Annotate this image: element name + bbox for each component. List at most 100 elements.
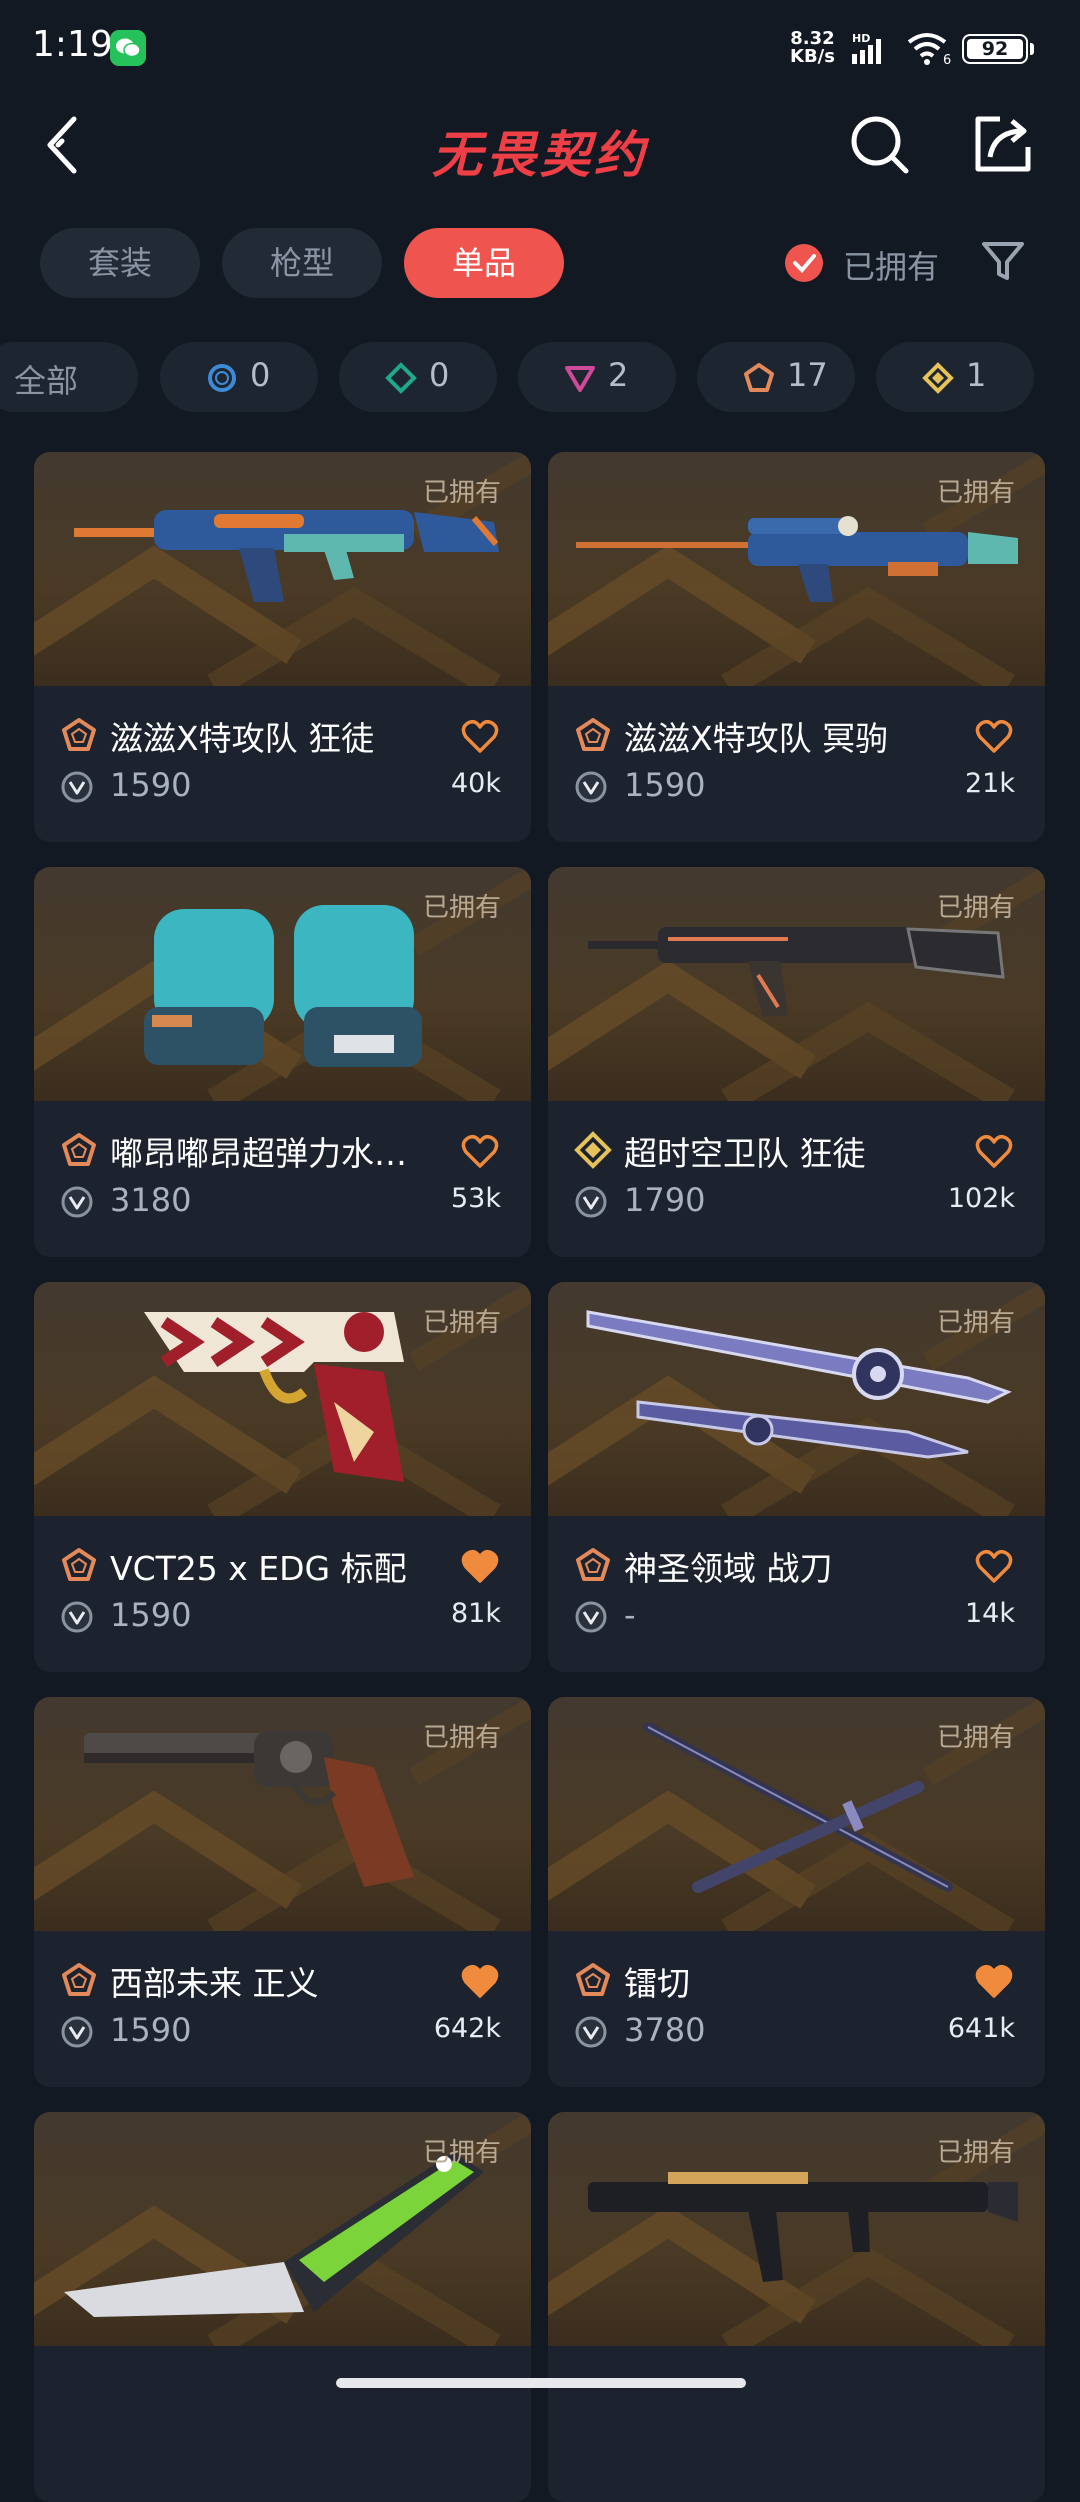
filter-button[interactable] [980, 238, 1026, 284]
home-indicator[interactable] [336, 2378, 746, 2388]
item-price: 1590 [110, 766, 192, 804]
item-name: 神圣领域 战刀 [624, 1549, 833, 1588]
page-title: 无畏契约 [432, 126, 648, 184]
heart-icon[interactable] [461, 1548, 499, 1584]
funnel-icon [982, 242, 1024, 280]
heart-icon[interactable] [461, 718, 499, 754]
item-card[interactable]: 已拥有 滋滋X特攻队 狂徒 1590 40k [34, 452, 531, 842]
search-button[interactable] [848, 113, 912, 177]
item-card[interactable]: 已拥有 [34, 2112, 531, 2502]
owned-tag: 已拥有 [422, 2138, 501, 2168]
vp-currency-icon [575, 2016, 607, 2048]
item-thumbnail: 已拥有 [34, 452, 531, 686]
item-price: 3780 [624, 2011, 706, 2049]
heart-icon[interactable] [975, 1963, 1013, 1999]
ultra-tier-icon [62, 718, 96, 751]
ultra-tier-icon [576, 1548, 610, 1581]
owned-tag: 已拥有 [422, 893, 501, 923]
select-tier-icon [208, 364, 236, 392]
tab-weapon-types[interactable]: 枪型 [222, 228, 382, 298]
chip-all[interactable]: 全部 [0, 342, 138, 412]
item-card[interactable]: 已拥有超时空卫队 狂徒 1790 102k [548, 867, 1045, 1257]
item-price: 1590 [110, 2011, 192, 2049]
chip-exclusive-tier[interactable]: 1 [876, 342, 1034, 412]
owned-tag: 已拥有 [936, 2138, 1015, 2168]
item-thumbnail: 已拥有 [548, 452, 1045, 686]
item-price: - [624, 1596, 636, 1634]
share-button[interactable] [970, 111, 1036, 177]
heart-icon[interactable] [975, 1133, 1013, 1169]
heart-icon[interactable] [461, 1133, 499, 1169]
item-card[interactable]: 已拥有神圣领域 战刀 - 14k [548, 1282, 1045, 1672]
item-thumbnail: 已拥有 [548, 1282, 1045, 1516]
svg-text:6: 6 [943, 53, 951, 66]
heart-icon[interactable] [975, 718, 1013, 754]
item-card[interactable]: 已拥有 [548, 2112, 1045, 2502]
item-card[interactable]: 已拥有镭切 3780 641k [548, 1697, 1045, 2087]
like-count: 641k [947, 2013, 1015, 2044]
item-price: 1790 [624, 1181, 706, 1219]
battery-level: 92 [981, 38, 1009, 60]
like-count: 53k [451, 1183, 501, 1214]
heart-icon[interactable] [461, 1963, 499, 1999]
share-icon [975, 116, 1031, 172]
item-card[interactable]: 已拥有 西部未来 正义 1590 642k [34, 1697, 531, 2087]
tab-single-items[interactable]: 单品 [404, 228, 564, 298]
chip-select-tier[interactable]: 0 [160, 342, 318, 412]
like-count: 81k [451, 1598, 501, 1629]
chip-count: 0 [250, 356, 271, 394]
vp-currency-icon [575, 771, 607, 803]
item-price: 3180 [110, 1181, 192, 1219]
like-count: 21k [965, 768, 1015, 799]
item-card[interactable]: 已拥有 VCT25 x EDG 标配 1590 81k [34, 1282, 531, 1672]
wifi-icon: 6 [905, 30, 955, 70]
vp-currency-icon [61, 1601, 93, 1633]
cell-signal-icon: HD [848, 30, 892, 70]
ultra-tier-icon [576, 1963, 610, 1996]
item-name: 滋滋X特攻队 狂徒 [110, 719, 375, 758]
vp-currency-icon [575, 1601, 607, 1633]
owned-filter-label: 已拥有 [843, 248, 940, 286]
wechat-notification-icon [110, 30, 146, 66]
chip-premium-tier[interactable]: 2 [518, 342, 676, 412]
item-thumbnail: 已拥有 [548, 867, 1045, 1101]
item-card[interactable]: 已拥有 嘟昂嘟昂超弹力水… 3180 53k [34, 867, 531, 1257]
like-count: 14k [965, 1598, 1015, 1629]
status-time: 1:19 [32, 24, 113, 65]
ultra-tier-icon [62, 1548, 96, 1581]
item-thumbnail: 已拥有 [548, 2112, 1045, 2346]
item-card[interactable]: 已拥有 滋滋X特攻队 冥驹 1590 21k [548, 452, 1045, 842]
like-count: 102k [947, 1183, 1015, 1214]
chip-ultra-tier[interactable]: 17 [697, 342, 855, 412]
item-thumbnail: 已拥有 [34, 867, 531, 1101]
ultra-tier-icon [576, 718, 610, 751]
premium-tier-icon [565, 366, 595, 392]
chip-count: 2 [608, 356, 629, 394]
item-name: VCT25 x EDG 标配 [110, 1549, 407, 1588]
exclusive-tier-icon [574, 1131, 612, 1169]
network-speed: 8.32 KB/s [790, 28, 835, 67]
item-name: 镭切 [624, 1964, 690, 2003]
chip-deluxe-tier[interactable]: 0 [339, 342, 497, 412]
item-thumbnail: 已拥有 [34, 2112, 531, 2346]
item-price: 1590 [110, 1596, 192, 1634]
owned-tag: 已拥有 [936, 478, 1015, 508]
vp-currency-icon [61, 771, 93, 803]
chip-count: 1 [966, 356, 987, 394]
svg-text:HD: HD [852, 32, 870, 45]
item-thumbnail: 已拥有 [548, 1697, 1045, 1931]
item-thumbnail: 已拥有 [34, 1697, 531, 1931]
top-nav: 无畏契约 [0, 95, 1080, 195]
owned-tag: 已拥有 [936, 1723, 1015, 1753]
owned-tag: 已拥有 [422, 1308, 501, 1338]
heart-icon[interactable] [975, 1548, 1013, 1584]
ultra-tier-icon [744, 363, 774, 392]
item-thumbnail: 已拥有 [34, 1282, 531, 1516]
item-name: 超时空卫队 狂徒 [624, 1134, 866, 1173]
owned-tag: 已拥有 [936, 893, 1015, 923]
tab-bundles[interactable]: 套装 [40, 228, 200, 298]
ultra-tier-icon [62, 1133, 96, 1166]
status-bar: 1:19 8.32 KB/s HD 6 92 [0, 0, 1080, 90]
battery-icon: 92 [962, 34, 1028, 64]
owned-tag: 已拥有 [422, 1723, 501, 1753]
